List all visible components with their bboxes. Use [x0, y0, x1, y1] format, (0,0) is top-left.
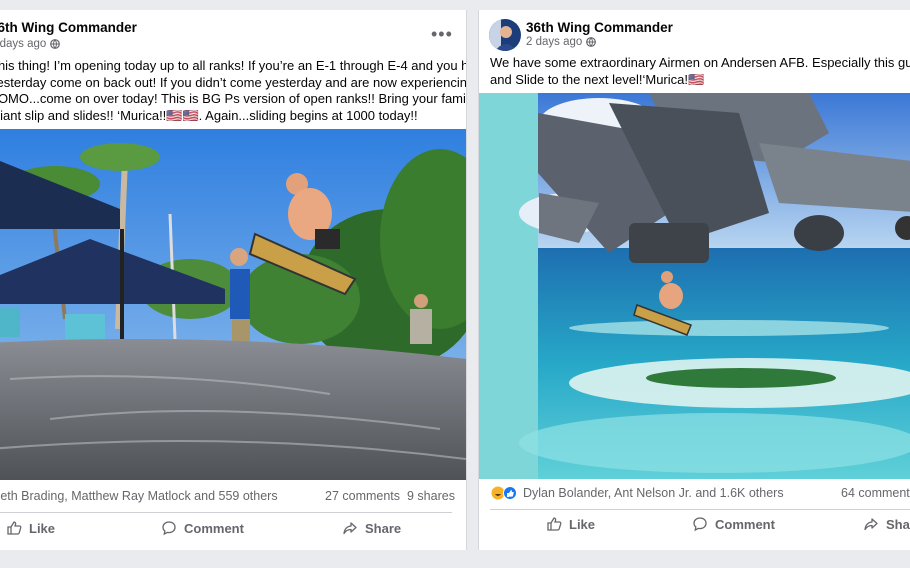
share-icon	[343, 522, 357, 535]
author-name[interactable]: 36th Wing Commander	[526, 20, 673, 35]
share-icon	[864, 518, 878, 531]
post-time[interactable]: 2 days ago	[0, 38, 61, 50]
post-text: This thing! I’m opening today up to all …	[0, 58, 467, 124]
globe-icon	[50, 39, 61, 49]
more-options-icon[interactable]: •••	[431, 24, 453, 45]
globe-icon	[586, 37, 597, 47]
text-line: Giant slip and slides!! ‘Murica!!🇺🇸🇺🇸. A…	[0, 107, 418, 123]
author-name[interactable]: 36th Wing Commander	[0, 20, 137, 35]
like-reaction-icon	[503, 486, 517, 500]
thumbs-up-icon	[7, 521, 22, 535]
reactions-summary[interactable]: Seth Brading, Matthew Ray Matlock and 55…	[0, 489, 278, 503]
comment-icon	[162, 521, 176, 536]
like-button[interactable]: Like	[546, 516, 595, 532]
comment-button[interactable]: Comment	[161, 520, 244, 536]
post-photo[interactable]	[0, 129, 466, 480]
post-right: 36th Wing Commander 2 days ago We have s…	[478, 10, 910, 550]
comments-count[interactable]: 64 comments	[841, 486, 910, 500]
text-line: and Slide to the next level!‘Murica!🇺🇸	[490, 71, 705, 87]
post-left: 36th Wing Commander 2 days ago ••• This …	[0, 10, 467, 550]
comment-button[interactable]: Comment	[692, 516, 775, 532]
airman-sliding-from-aircraft-photo	[479, 93, 910, 479]
reactions-summary[interactable]: Dylan Bolander, Ant Nelson Jr. and 1.6K …	[491, 486, 784, 500]
like-button[interactable]: Like	[6, 520, 55, 536]
share-button[interactable]: Share	[342, 520, 401, 536]
reactions-names: Dylan Bolander, Ant Nelson Jr. and 1.6K …	[523, 486, 784, 500]
comment-icon	[693, 517, 707, 532]
text-line: We have some extraordinary Airmen on And…	[490, 55, 910, 70]
share-label: Share	[365, 520, 402, 536]
text-line: FOMO...come on over today! This is BG Ps…	[0, 91, 467, 106]
post-photo[interactable]	[479, 93, 910, 479]
like-label: Like	[569, 516, 596, 532]
text-line: This thing! I’m opening today up to all …	[0, 58, 467, 73]
divider	[0, 512, 452, 513]
shares-count[interactable]: 9 shares	[407, 489, 455, 503]
share-button[interactable]: Share	[863, 516, 910, 532]
post-time[interactable]: 2 days ago	[526, 36, 597, 48]
comment-label: Comment	[184, 520, 244, 536]
slip-and-slide-photo	[0, 129, 466, 480]
commander-avatar-image	[489, 19, 521, 51]
avatar[interactable]	[489, 19, 521, 51]
thumbs-up-icon	[547, 517, 562, 531]
time-label: 2 days ago	[0, 38, 47, 50]
time-label: 2 days ago	[526, 36, 583, 48]
post-text: We have some extraordinary Airmen on And…	[490, 55, 910, 88]
share-label: Share	[886, 516, 910, 532]
like-label: Like	[29, 520, 56, 536]
text-line: yesterday come on back out! If you didn’…	[0, 74, 467, 90]
comment-label: Comment	[715, 516, 775, 532]
divider	[490, 509, 910, 510]
comments-count[interactable]: 27 comments	[325, 489, 400, 503]
